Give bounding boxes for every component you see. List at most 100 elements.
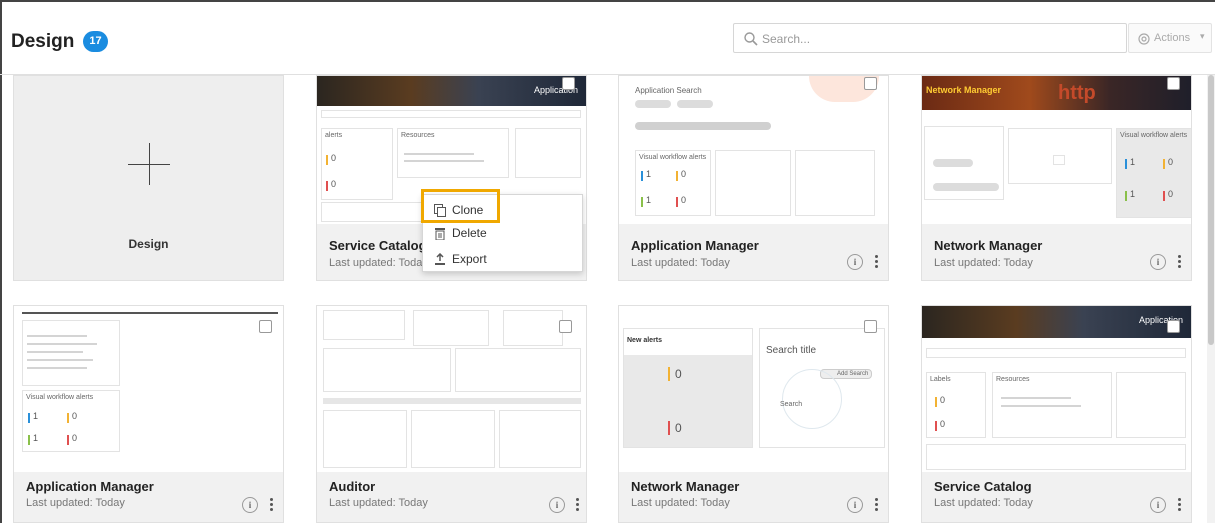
thumbnail-text: Resources <box>401 132 435 139</box>
card-updated: Last updated: Today <box>329 497 428 509</box>
more-options-icon[interactable] <box>1176 498 1182 514</box>
scrollbar-thumb[interactable] <box>1208 75 1214 345</box>
thumbnail-number: 1 <box>1130 157 1136 167</box>
thumbnail-bar <box>1163 159 1165 169</box>
thumbnail-icon <box>1053 155 1065 165</box>
thumbnail-bar <box>935 421 937 431</box>
info-icon[interactable]: i <box>549 497 565 513</box>
menu-item-label: Export <box>452 252 487 266</box>
select-checkbox[interactable] <box>1167 320 1180 333</box>
select-checkbox[interactable] <box>259 320 272 333</box>
thumbnail-bar <box>676 197 678 207</box>
thumbnail-number: 0 <box>331 179 337 189</box>
thumbnail-panel <box>323 410 407 468</box>
clone-highlight-box <box>421 189 500 223</box>
design-card[interactable]: Application Labels 0 0 Resources Service… <box>921 305 1192 523</box>
more-options-icon[interactable] <box>574 498 580 514</box>
design-card[interactable]: New alerts 0 0 Search title Add Search S… <box>618 305 889 523</box>
thumbnail-bar <box>641 171 643 181</box>
thumbnail-panel <box>455 348 581 392</box>
info-icon[interactable]: i <box>847 497 863 513</box>
new-design-card[interactable]: Design <box>13 75 284 281</box>
thumbnail-number: 0 <box>1168 157 1174 167</box>
info-icon[interactable]: i <box>1150 254 1166 270</box>
thumbnail-number: 0 <box>675 421 682 435</box>
thumbnail-text: Application Search <box>635 86 702 95</box>
card-thumbnail <box>317 306 586 472</box>
more-options-icon[interactable] <box>1176 255 1182 271</box>
select-checkbox[interactable] <box>1167 77 1180 90</box>
thumbnail-panel: Search title Add Search Search <box>759 328 885 448</box>
thumbnail-toolbar <box>926 348 1186 358</box>
select-checkbox[interactable] <box>864 320 877 333</box>
thumbnail-number: 1 <box>646 195 652 205</box>
thumbnail-number: 1 <box>33 433 39 443</box>
actions-dropdown[interactable]: Actions ▾ <box>1128 23 1212 53</box>
thumbnail-line <box>27 335 87 337</box>
thumbnail-number: 1 <box>1130 189 1136 199</box>
more-options-icon[interactable] <box>873 498 879 514</box>
card-title: Service Catalog <box>934 479 1032 494</box>
thumbnail-number: 0 <box>1168 189 1174 199</box>
count-badge: 17 <box>83 31 108 52</box>
thumbnail-banner: Network Manager http <box>922 76 1191 110</box>
card-updated: Last updated: Today <box>934 257 1033 269</box>
select-checkbox[interactable] <box>864 77 877 90</box>
page-header: Design 17 Actions ▾ <box>0 0 1215 75</box>
thumbnail-pill <box>677 100 713 108</box>
card-updated: Last updated: Today <box>26 497 125 509</box>
thumbnail-number: 0 <box>681 169 687 179</box>
thumbnail-line <box>22 312 278 314</box>
card-thumbnail: Application Search Visual workflow alert… <box>619 76 888 224</box>
card-thumbnail: Visual workflow alerts 1 0 1 0 <box>14 306 283 472</box>
thumbnail-number: 0 <box>675 367 682 381</box>
select-checkbox[interactable] <box>562 77 575 90</box>
info-icon[interactable]: i <box>1150 497 1166 513</box>
more-options-icon[interactable] <box>268 498 274 514</box>
thumbnail-text: Labels <box>930 376 951 383</box>
thumbnail-panel <box>323 310 405 340</box>
info-icon[interactable]: i <box>847 254 863 270</box>
card-thumbnail: Network Manager http Visual workflow ale… <box>922 76 1191 224</box>
design-card[interactable]: Auditor Last updated: Today i <box>316 305 587 523</box>
vertical-scrollbar[interactable] <box>1207 75 1215 523</box>
actions-label: Actions <box>1154 32 1191 44</box>
thumbnail-panel <box>323 348 451 392</box>
thumbnail-toolbar <box>321 110 581 118</box>
gear-icon <box>1138 33 1150 45</box>
search-box[interactable] <box>733 23 1127 53</box>
thumbnail-pill <box>635 122 771 130</box>
chevron-down-icon: ▾ <box>1200 31 1205 41</box>
plus-icon-bar <box>128 164 170 165</box>
search-input[interactable] <box>762 29 1112 49</box>
design-card[interactable]: Visual workflow alerts 1 0 1 0 Applicati… <box>13 305 284 523</box>
thumbnail-panel: Resources <box>992 372 1112 438</box>
thumbnail-line <box>323 398 581 404</box>
card-thumbnail: New alerts 0 0 Search title Add Search S… <box>619 306 888 472</box>
thumbnail-panel <box>515 128 581 178</box>
info-icon[interactable]: i <box>242 497 258 513</box>
thumbnail-text: Search title <box>766 345 817 356</box>
thumbnail-panel: Labels 0 0 <box>926 372 986 438</box>
design-card[interactable]: Application Search Visual workflow alert… <box>618 75 889 281</box>
thumbnail-number: 0 <box>331 153 337 163</box>
thumbnail-line <box>404 160 484 162</box>
thumbnail-bar <box>935 397 937 407</box>
banner-text: Network Manager <box>926 85 1002 95</box>
thumbnail-panel <box>503 310 563 346</box>
thumbnail-bar <box>67 413 69 423</box>
thumbnail-line <box>1001 397 1071 399</box>
thumbnail-number: 0 <box>940 395 946 405</box>
thumbnail-number: 0 <box>681 195 687 205</box>
thumbnail-pill <box>933 183 999 191</box>
thumbnail-panel <box>926 444 1186 470</box>
trash-icon <box>435 228 445 240</box>
thumbnail-number: 1 <box>33 411 39 421</box>
card-title: Application Manager <box>631 238 759 253</box>
thumbnail-banner: Application <box>922 306 1191 338</box>
select-checkbox[interactable] <box>559 320 572 333</box>
more-options-icon[interactable] <box>873 255 879 271</box>
design-card[interactable]: Network Manager http Visual workflow ale… <box>921 75 1192 281</box>
banner-text: http <box>1058 82 1096 104</box>
thumbnail-line <box>27 351 83 353</box>
